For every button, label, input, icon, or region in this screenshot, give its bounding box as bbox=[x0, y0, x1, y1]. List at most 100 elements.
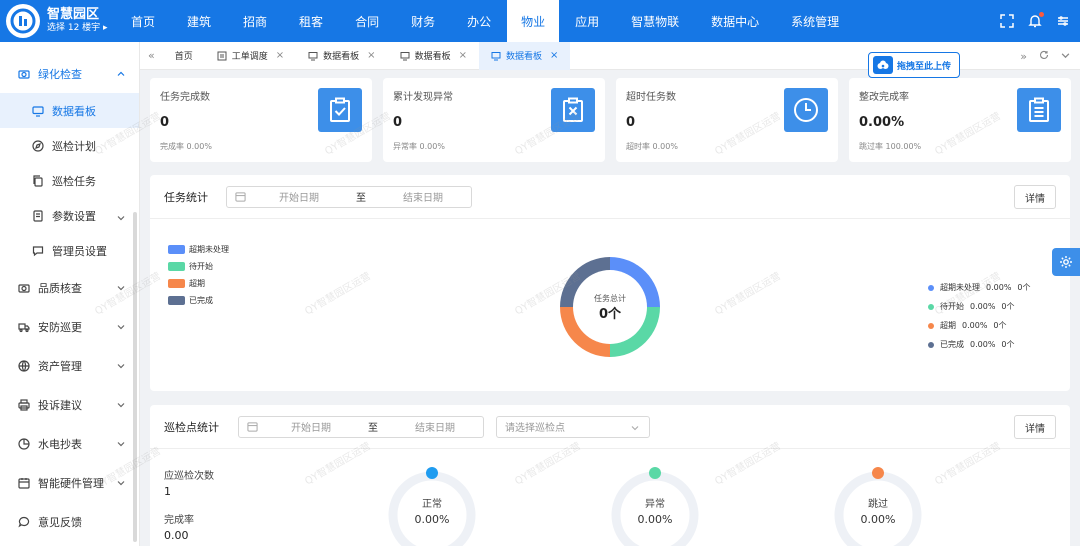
donut-center-value: 0个 bbox=[599, 306, 622, 322]
chevron-down-icon bbox=[117, 212, 125, 221]
calendar-icon bbox=[18, 477, 30, 489]
start-date-input[interactable]: 开始日期 bbox=[257, 189, 341, 204]
tab-home[interactable]: 首页 bbox=[163, 42, 205, 70]
topnav-investment[interactable]: 招商 bbox=[227, 0, 283, 42]
legend-detail-item[interactable]: 超期 0.00% 0个 bbox=[928, 316, 1037, 335]
bell-icon[interactable] bbox=[1028, 12, 1044, 28]
sidebar-item-params[interactable]: 参数设置 bbox=[0, 198, 139, 233]
sidebar-item-dashboard[interactable]: 数据看板 bbox=[0, 93, 139, 128]
topnav-property[interactable]: 物业 bbox=[507, 0, 560, 42]
chat-bubble-icon bbox=[18, 516, 30, 528]
ring-label: 异常 bbox=[645, 499, 665, 510]
sidebar-item-label: 水电抄表 bbox=[38, 437, 82, 451]
topnav-iot[interactable]: 智慧物联 bbox=[615, 0, 695, 42]
legend-detail-item[interactable]: 已完成 0.00% 0个 bbox=[928, 335, 1037, 354]
legend-detail-item[interactable]: 待开始 0.00% 0个 bbox=[928, 297, 1037, 316]
legend-label: 待开始 bbox=[940, 302, 964, 311]
legend-dot bbox=[928, 341, 934, 348]
fullscreen-icon[interactable] bbox=[1000, 14, 1014, 28]
settings-sliders-icon[interactable] bbox=[1056, 14, 1070, 28]
refresh-icon[interactable] bbox=[1039, 49, 1049, 63]
chevron-up-icon bbox=[117, 68, 125, 76]
monitor-icon bbox=[400, 51, 410, 61]
copy-icon bbox=[32, 174, 44, 187]
topnav-office[interactable]: 办公 bbox=[451, 0, 507, 42]
monitor-icon bbox=[491, 51, 501, 61]
ring-label: 跳过 bbox=[868, 499, 888, 510]
legend-item[interactable]: 已完成 bbox=[168, 292, 229, 309]
building-selector[interactable]: 选择 12 楼宇 ▸ bbox=[47, 23, 108, 33]
tab-label: 数据看板 bbox=[323, 52, 360, 62]
topnav-tenant[interactable]: 租客 bbox=[283, 0, 339, 42]
tab-dashboard-2[interactable]: 数据看板 × bbox=[388, 42, 479, 70]
date-range-picker[interactable]: 开始日期 至 结束日期 bbox=[238, 415, 484, 438]
monitor-icon bbox=[32, 105, 44, 117]
sidebar-group-greening[interactable]: 绿化检查 bbox=[0, 54, 139, 93]
drag-upload-button[interactable]: 拖拽至此上传 bbox=[868, 52, 960, 78]
should-patrol-value: 1 bbox=[164, 485, 171, 498]
sidebar-item-patrol-task[interactable]: 巡检任务 bbox=[0, 163, 139, 198]
start-date-input[interactable]: 开始日期 bbox=[269, 419, 353, 434]
compass-icon bbox=[32, 139, 44, 152]
end-date-input[interactable]: 结束日期 bbox=[393, 419, 477, 434]
chevron-down-icon bbox=[631, 424, 639, 432]
legend-swatch bbox=[168, 296, 185, 305]
close-icon[interactable]: × bbox=[276, 50, 284, 61]
topnav-data-center[interactable]: 数据中心 bbox=[695, 0, 775, 42]
topnav-home[interactable]: 首页 bbox=[115, 0, 171, 42]
tab-work-order[interactable]: 工单调度 × bbox=[205, 42, 296, 70]
camera-icon bbox=[18, 282, 30, 294]
sidebar-item-patrol-plan[interactable]: 巡检计划 bbox=[0, 128, 139, 163]
sidebar-item-admin-settings[interactable]: 管理员设置 bbox=[0, 233, 139, 268]
sidebar-group-assets[interactable]: 资产管理 bbox=[0, 346, 139, 385]
topnav-contract[interactable]: 合同 bbox=[339, 0, 395, 42]
ring-value: 0.00% bbox=[860, 513, 896, 526]
date-range-picker[interactable]: 开始日期 至 结束日期 bbox=[226, 185, 472, 208]
patrol-point-select[interactable]: 请选择巡检点 bbox=[496, 415, 650, 438]
tab-dashboard-3[interactable]: 数据看板 × bbox=[478, 41, 571, 70]
settings-gear-icon[interactable] bbox=[1052, 248, 1080, 276]
sidebar-scrollbar[interactable] bbox=[133, 212, 137, 542]
close-icon[interactable]: × bbox=[459, 50, 467, 61]
sidebar-group-complaints[interactable]: 投诉建议 bbox=[0, 385, 139, 424]
sidebar-item-label: 智能硬件管理 bbox=[38, 476, 104, 490]
tab-label: 数据看板 bbox=[505, 52, 542, 62]
sidebar-item-label: 参数设置 bbox=[52, 209, 96, 223]
sidebar-group-meter[interactable]: 水电抄表 bbox=[0, 424, 139, 463]
sidebar-group-hardware[interactable]: 智能硬件管理 bbox=[0, 463, 139, 502]
clock-icon bbox=[784, 88, 828, 132]
detail-button[interactable]: 详情 bbox=[1014, 415, 1056, 439]
range-separator: 至 bbox=[368, 423, 378, 434]
topnav-building[interactable]: 建筑 bbox=[171, 0, 227, 42]
tab-dashboard-1[interactable]: 数据看板 × bbox=[296, 42, 387, 70]
clipboard-list-icon bbox=[1017, 88, 1061, 132]
topnav-apps[interactable]: 应用 bbox=[559, 0, 615, 42]
tabs-scroll-left[interactable]: « bbox=[140, 42, 163, 70]
close-icon[interactable]: × bbox=[550, 50, 558, 61]
stat-card-completed: 任务完成数 0 完成率 0.00% bbox=[150, 78, 372, 162]
legend-item[interactable]: 超期 bbox=[168, 275, 229, 292]
detail-button[interactable]: 详情 bbox=[1014, 185, 1056, 209]
legend-item[interactable]: 超期未处理 bbox=[168, 241, 229, 258]
legend-pct: 0.00% bbox=[970, 340, 996, 349]
sidebar-item-label: 安防巡更 bbox=[38, 320, 82, 334]
stat-card-anomaly: 累计发现异常 0 异常率 0.00% bbox=[383, 78, 605, 162]
sidebar-group-quality[interactable]: 品质核查 bbox=[0, 268, 139, 307]
task-stats-panel: 任务统计 开始日期 至 结束日期 详情 超期未处理 待开始 超期 已完成 任务总… bbox=[150, 175, 1070, 391]
close-icon[interactable]: × bbox=[367, 50, 375, 61]
sidebar-item-label: 意见反馈 bbox=[38, 515, 82, 529]
legend-detail-item[interactable]: 超期未处理 0.00% 0个 bbox=[928, 278, 1037, 297]
pie-icon bbox=[18, 437, 30, 450]
tabs-scroll-right[interactable]: » bbox=[1020, 50, 1027, 63]
legend-item[interactable]: 待开始 bbox=[168, 258, 229, 275]
legend-label: 已完成 bbox=[189, 296, 213, 305]
sidebar-item-label: 资产管理 bbox=[38, 359, 82, 373]
top-nav: 首页 建筑 招商 租客 合同 财务 办公 物业 应用 智慧物联 数据中心 系统管… bbox=[115, 0, 855, 42]
document-icon bbox=[217, 51, 227, 61]
topnav-system[interactable]: 系统管理 bbox=[775, 0, 855, 42]
topnav-finance[interactable]: 财务 bbox=[395, 0, 451, 42]
chevron-down-icon[interactable] bbox=[1061, 49, 1070, 63]
sidebar-group-feedback[interactable]: 意见反馈 bbox=[0, 502, 139, 541]
sidebar-group-security[interactable]: 安防巡更 bbox=[0, 307, 139, 346]
end-date-input[interactable]: 结束日期 bbox=[381, 189, 465, 204]
